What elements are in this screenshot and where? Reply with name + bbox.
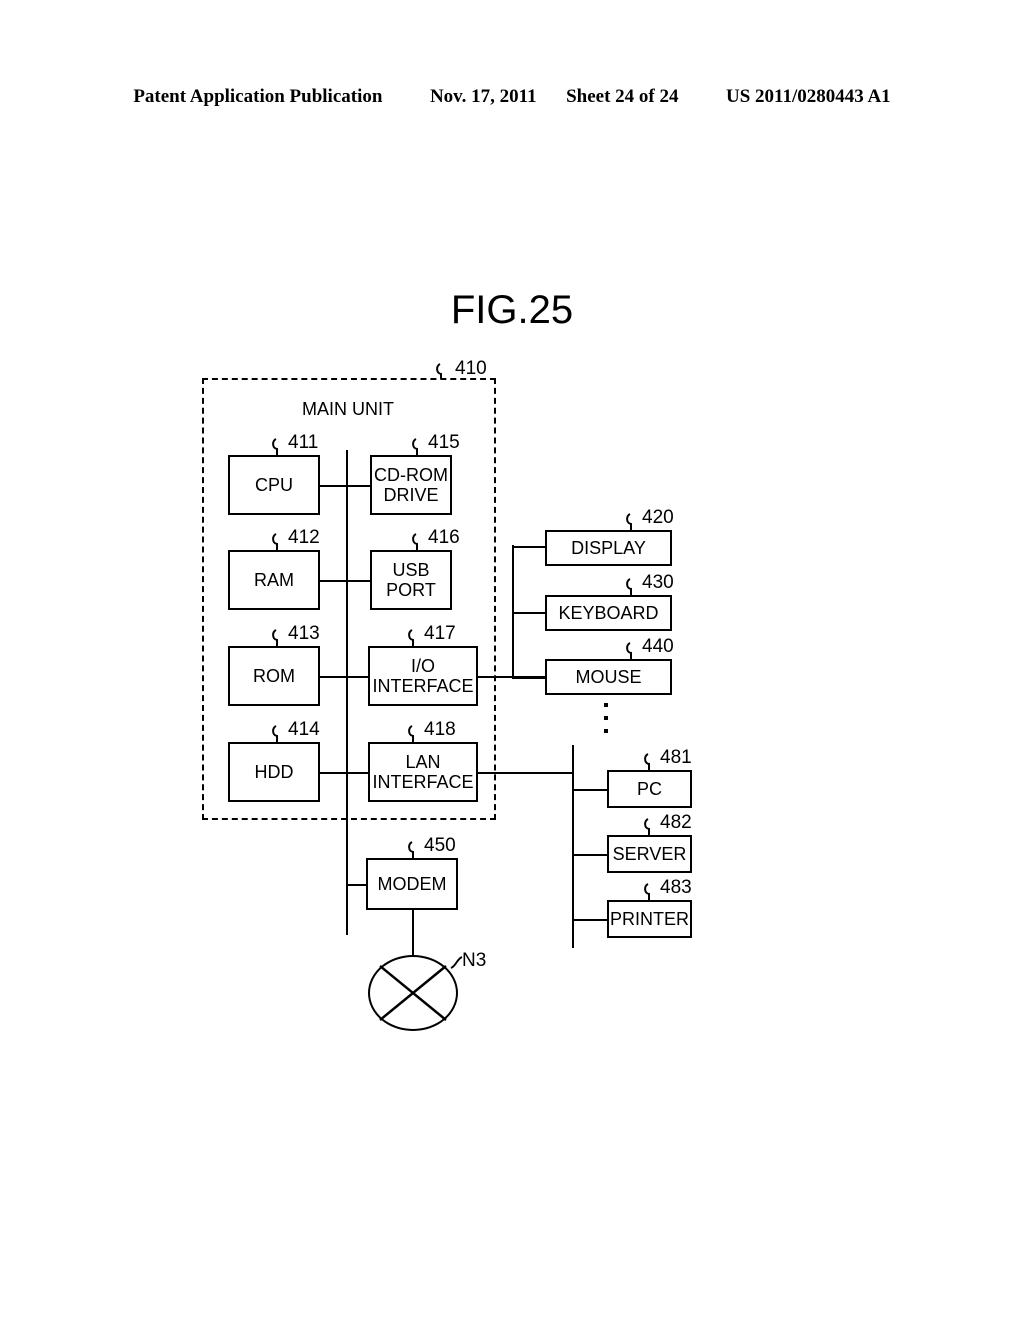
bus-link-hdd	[320, 772, 348, 774]
node-io-interface[interactable]: I/O INTERFACE	[368, 646, 478, 706]
bus-link-keyboard	[512, 612, 547, 614]
ref-number-411: 411	[288, 432, 319, 453]
node-hdd[interactable]: HDD	[228, 742, 320, 802]
node-server-label: SERVER	[612, 843, 687, 864]
ref-number-483: 483	[660, 877, 692, 898]
node-lan-interface[interactable]: LAN INTERFACE	[368, 742, 478, 802]
bus-link-display	[512, 546, 547, 548]
ref-number-413: 413	[288, 623, 320, 644]
internal-bus-line	[346, 450, 348, 935]
ref-number-420: 420	[642, 507, 674, 528]
ref-number-410: 410	[455, 358, 487, 379]
bus-link-rom	[320, 676, 348, 678]
node-rom[interactable]: ROM	[228, 646, 320, 706]
node-cpu-label: CPU	[254, 474, 293, 495]
node-mouse[interactable]: MOUSE	[545, 659, 672, 695]
ref-number-482: 482	[660, 812, 692, 833]
ref-number-481: 481	[660, 747, 692, 768]
node-display[interactable]: DISPLAY	[545, 530, 672, 566]
main-unit-label: MAIN UNIT	[302, 399, 394, 419]
vertical-ellipsis-icon	[604, 703, 608, 742]
bus-link-modem	[346, 884, 368, 886]
node-io-interface-label: I/O INTERFACE	[372, 655, 474, 696]
lan-to-network-bus	[476, 772, 574, 774]
node-pc[interactable]: PC	[607, 770, 692, 808]
ref-number-418: 418	[424, 719, 456, 740]
bus-link-usb-port	[346, 580, 372, 582]
bus-link-ram	[320, 580, 348, 582]
network-bus-line	[572, 745, 574, 948]
node-rom-label: ROM	[253, 665, 295, 686]
node-cd-rom-drive[interactable]: CD-ROM DRIVE	[370, 455, 452, 515]
node-keyboard[interactable]: KEYBOARD	[545, 595, 672, 631]
bus-link-pc	[572, 789, 609, 791]
ref-number-414: 414	[288, 719, 320, 740]
node-mouse-label: MOUSE	[575, 666, 642, 687]
block-diagram: MAIN UNIT 410 CPU 411 CD-ROM DRIVE 415 R…	[0, 0, 1024, 1320]
node-usb-port-label: USB PORT	[386, 559, 436, 600]
ref-number-416: 416	[428, 527, 460, 548]
node-usb-port[interactable]: USB PORT	[370, 550, 452, 610]
bus-link-printer	[572, 919, 609, 921]
ref-number-412: 412	[288, 527, 320, 548]
node-printer[interactable]: PRINTER	[607, 900, 692, 938]
node-pc-label: PC	[636, 778, 662, 799]
ref-number-n3: N3	[462, 950, 487, 971]
bus-link-server	[572, 854, 609, 856]
ref-number-450: 450	[424, 835, 456, 856]
bus-link-mouse	[512, 677, 547, 679]
node-lan-interface-label: LAN INTERFACE	[372, 751, 474, 792]
node-cd-rom-drive-label: CD-ROM DRIVE	[374, 464, 448, 505]
node-modem[interactable]: MODEM	[366, 858, 458, 910]
bus-link-cd-rom-drive	[346, 485, 372, 487]
ref-number-440: 440	[642, 636, 674, 657]
node-printer-label: PRINTER	[609, 908, 689, 929]
node-ram-label: RAM	[254, 569, 294, 590]
node-ram[interactable]: RAM	[228, 550, 320, 610]
bus-link-cpu	[320, 485, 348, 487]
ref-number-415: 415	[428, 432, 460, 453]
node-hdd-label: HDD	[254, 761, 294, 782]
ref-number-417: 417	[424, 623, 456, 644]
bus-link-io-interface	[346, 676, 370, 678]
node-display-label: DISPLAY	[571, 537, 646, 558]
node-cpu[interactable]: CPU	[228, 455, 320, 515]
ref-number-430: 430	[642, 572, 674, 593]
modem-to-network-line	[412, 908, 414, 956]
node-keyboard-label: KEYBOARD	[558, 602, 659, 623]
node-server[interactable]: SERVER	[607, 835, 692, 873]
bus-link-lan-interface	[346, 772, 370, 774]
node-modem-label: MODEM	[377, 873, 447, 894]
